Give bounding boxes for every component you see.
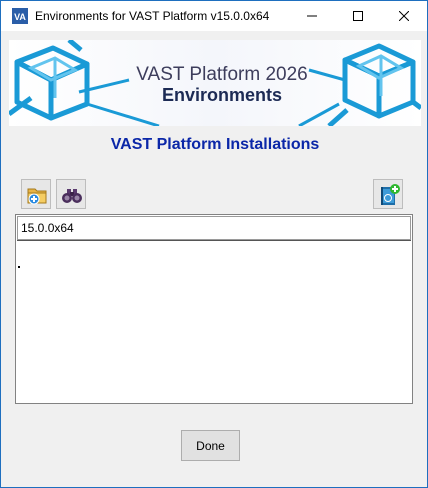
maximize-button[interactable] <box>335 1 381 31</box>
close-button[interactable] <box>381 1 427 31</box>
maximize-icon <box>353 11 363 21</box>
window-title: Environments for VAST Platform v15.0.0x6… <box>35 9 270 23</box>
installations-heading: VAST Platform Installations <box>110 136 320 153</box>
close-icon <box>399 11 409 21</box>
folder-add-icon <box>27 188 47 205</box>
banner-subtitle: Environments <box>161 85 283 105</box>
add-environment-button[interactable] <box>373 179 403 209</box>
banner-product-name: VAST Platform 2026 <box>136 64 308 85</box>
book-add-icon <box>381 184 400 205</box>
add-installation-button[interactable] <box>21 179 51 209</box>
installations-list[interactable]: 15.0.0x64 <box>15 214 413 404</box>
app-icon-text: VA <box>14 12 26 22</box>
list-item[interactable]: 15.0.0x64 <box>17 216 411 240</box>
list-marker <box>18 266 20 268</box>
minimize-icon <box>307 15 317 17</box>
find-installations-button[interactable] <box>56 179 86 209</box>
done-button[interactable]: Done <box>181 430 240 461</box>
app-icon: VA <box>12 8 28 24</box>
title-bar[interactable]: VA Environments for VAST Platform v15.0.… <box>1 1 427 31</box>
list-divider <box>17 240 411 241</box>
banner: VAST Platform 2026 Environments <box>9 40 421 126</box>
binoculars-icon <box>62 189 82 203</box>
minimize-button[interactable] <box>289 1 335 31</box>
environments-window: VA Environments for VAST Platform v15.0.… <box>0 0 428 488</box>
